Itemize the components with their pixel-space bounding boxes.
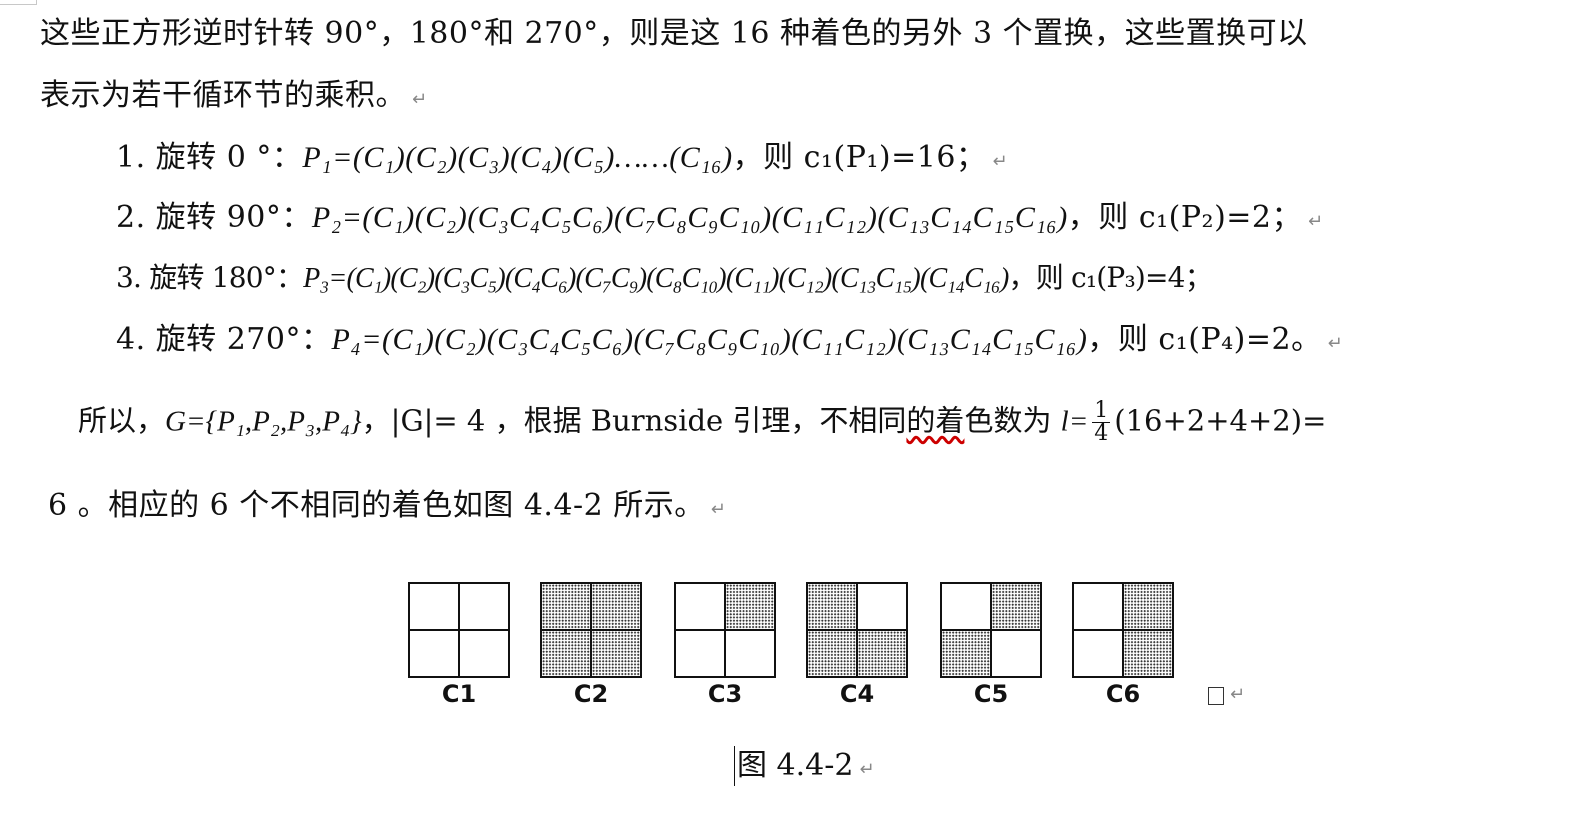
list-item-2: 2. 旋转 90°：P₂=(C₁)(C₂)(C₃C₄C₅C₆)(C₇C₈C₉C₁… [116,198,1324,242]
square-label: C5 [973,680,1009,708]
fraction-numerator: 1 [1092,398,1111,423]
square-cell-bl-blank [676,630,725,676]
square-cell-tr-shaded [725,584,774,630]
square-cell-tl-shaded [808,584,857,630]
item-1-lead: 1. 旋转 0 °： [116,140,303,175]
item-4-lead: 4. 旋转 270°： [116,322,332,357]
coloring-square-c2 [540,582,642,678]
square-cell-tl-blank [1074,584,1123,630]
paragraph-mark: ↵ [1308,211,1324,232]
square-cell-tr-shaded [991,584,1040,630]
item-2-formula: P₂=(C₁)(C₂)(C₃C₄C₅C₆)(C₇C₈C₉C₁₀)(C₁₁C₁₂)… [311,201,1068,234]
square-cell-tl-blank [676,584,725,630]
square-cell-br-blank [725,630,774,676]
square-cell-bl-blank [1074,630,1123,676]
para1-line2-text: 表示为若干循环节的乘积。 [40,78,406,113]
paragraph-mark: ↵ [710,499,727,520]
square-label: C6 [1105,680,1141,708]
item-1-result: ，则 c₁(P₁)=16； [732,140,987,175]
para1-line1-text: 这些正方形逆时针转 90°，180°和 270°，则是这 16 种着色的另外 3… [40,16,1308,51]
square-cell-br-shaded [591,630,640,676]
square-cell-tr-shaded [1123,584,1172,630]
item-3-formula: P₃=(C₁)(C₂)(C₃C₅)(C₄C₆)(C₇C₉)(C₈C₁₀)(C₁₁… [303,263,1009,294]
item-2-lead: 2. 旋转 90°： [116,200,312,235]
square-cell-tr-shaded [591,584,640,630]
object-anchor-box [1208,687,1224,705]
square-label: C2 [573,680,609,708]
square-cell-tr-blank [857,584,906,630]
figure-caption: 图 4.4-2 ↵ [734,746,875,790]
fraction-one-quarter: 14 [1092,398,1111,446]
square-label: C1 [441,680,477,708]
coloring-square-c4 [806,582,908,678]
item-1-formula: P₁=(C₁)(C₂)(C₃)(C₄)(C₅)……(C₁₆) [302,141,733,174]
fraction-denominator: 4 [1094,421,1109,446]
square-cell-tl-blank [410,584,459,630]
page-corner-mark [0,0,37,5]
para2-rest: 色数为 [964,403,1061,438]
square-cell-br-shaded [857,630,906,676]
coloring-square-c6 [1072,582,1174,678]
paragraph-mark: ↵ [1327,333,1344,354]
square-cell-tl-blank [942,584,991,630]
square-cell-br-blank [459,630,508,676]
caption-text: 图 4.4-2 [737,748,854,783]
l-equals: l= [1060,405,1089,438]
para2-line2-text: 6 。相应的 6 个不相同的着色如图 4.4-2 所示。 [48,488,705,523]
text-cursor [734,746,735,786]
square-cell-tl-shaded [542,584,591,630]
square-cell-bl-shaded [542,630,591,676]
list-item-3: 3. 旋转 180°：P₃=(C₁)(C₂)(C₃C₅)(C₄C₆)(C₇C₉)… [116,258,1213,299]
para2-sum: (16+2+4+2)= [1114,403,1327,438]
paragraph-mark: ↵ [1230,684,1246,705]
paragraph-2-line-1: 所以，G={P₁,P₂,P₃,P₄}，|G|= 4 ，根据 Burnside 引… [78,400,1326,445]
item-4-result: ，则 c₁(P₄)=2。 [1087,322,1322,357]
square-label: C3 [707,680,743,708]
item-3-lead: 3. 旋转 180°： [116,261,304,294]
square-label: C4 [839,680,875,708]
list-item-4: 4. 旋转 270°：P₄=(C₁)(C₂)(C₃C₄C₅C₆)(C₇C₈C₉C… [116,320,1343,364]
paragraph-1-line-2: 表示为若干循环节的乘积。 ↵ [40,76,428,120]
square-cell-bl-shaded [808,630,857,676]
paragraph-mark: ↵ [992,151,1009,172]
item-4-formula: P₄=(C₁)(C₂)(C₃C₄C₅C₆)(C₇C₈C₉C₁₀)(C₁₁C₁₂)… [331,323,1088,356]
coloring-figure: ↵ C1 C2 C3 C4 C5 C6 [0,580,1590,720]
para2-order: ，|G|= 4 ，根据 Burnside 引理，不相同 [361,403,907,438]
square-cell-tr-blank [459,584,508,630]
spellcheck-underline: 的着 [906,403,965,438]
paragraph-2-line-2: 6 。相应的 6 个不相同的着色如图 4.4-2 所示。 ↵ [48,486,726,530]
list-item-1: 1. 旋转 0 °：P₁=(C₁)(C₂)(C₃)(C₄)(C₅)……(C₁₆)… [116,138,1008,182]
coloring-square-c1 [408,582,510,678]
para2-start: 所以， [78,403,166,438]
paragraph-mark: ↵ [859,759,875,780]
group-set: G={P₁,P₂,P₃,P₄} [165,405,362,438]
item-2-result: ，则 c₁(P₂)=2； [1067,200,1303,235]
paragraph-mark: ↵ [412,89,428,110]
square-cell-bl-shaded [942,630,991,676]
coloring-square-c5 [940,582,1042,678]
square-cell-bl-blank [410,630,459,676]
paragraph-1-line-1: 这些正方形逆时针转 90°，180°和 270°，则是这 16 种着色的另外 3… [40,14,1308,54]
square-cell-br-shaded [1123,630,1172,676]
item-3-result: ，则 c₁(P₃)=4； [1008,261,1213,294]
square-cell-br-blank [991,630,1040,676]
coloring-square-c3 [674,582,776,678]
